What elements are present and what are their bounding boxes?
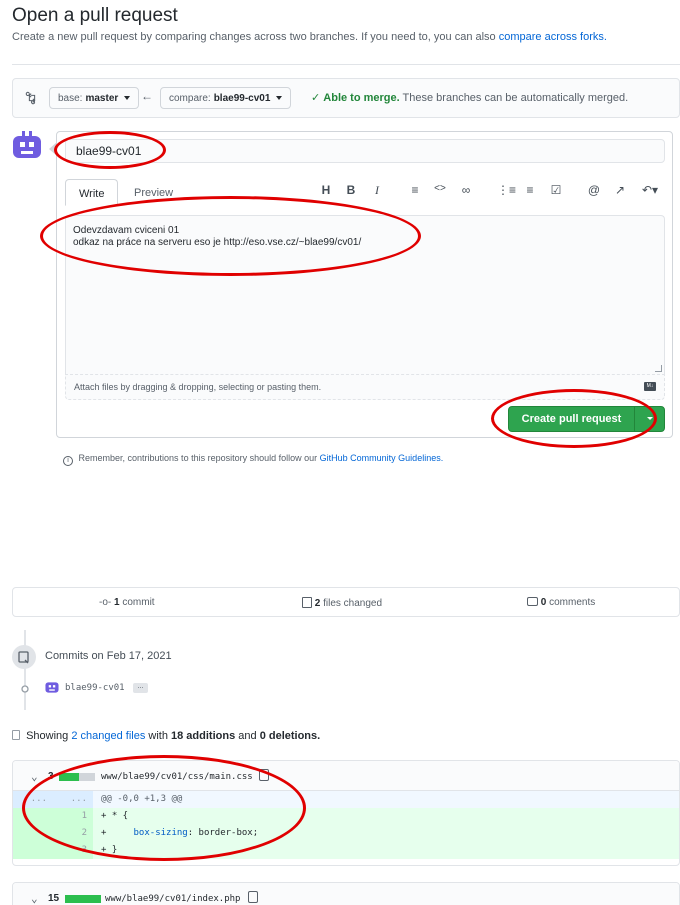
additions-count: 18 additions: [171, 730, 236, 742]
merge-status-detail: These branches can be automatically merg…: [402, 92, 629, 104]
info-icon: i: [63, 456, 73, 466]
commits-label: commit: [122, 597, 155, 608]
commit-expand-button[interactable]: ...: [133, 683, 148, 693]
base-label: base:: [58, 92, 83, 104]
git-commit-icon: [18, 651, 29, 664]
subtitle-text: Create a new pull request by comparing c…: [12, 31, 496, 43]
compare-label: compare:: [169, 92, 211, 104]
comments-label: comments: [549, 597, 596, 608]
copy-icon[interactable]: [248, 891, 258, 903]
compare-arrows-icon: [25, 91, 36, 105]
commit-icon: -o-: [99, 597, 112, 608]
reference-icon[interactable]: ↗: [613, 183, 627, 197]
annotation-circle-body: [40, 196, 421, 276]
commit-dot-icon: [21, 685, 29, 693]
timeline-line: [24, 630, 26, 710]
merge-status: ✓ Able to merge. These branches can be a…: [311, 91, 628, 104]
compare-branch-select[interactable]: compare: blae99-cv01: [160, 87, 292, 109]
comments-tab[interactable]: 0 comments: [527, 597, 595, 608]
commit-author-avatar[interactable]: [45, 680, 59, 694]
base-branch-select[interactable]: base: master: [49, 87, 140, 109]
file-diff-index-php: ⌄ 15 www/blae99/cv01/index.php: [12, 882, 680, 905]
resize-handle[interactable]: [655, 365, 662, 372]
commits-date-heading: Commits on Feb 17, 2021: [45, 650, 172, 662]
mention-icon[interactable]: @: [587, 183, 601, 197]
italic-icon[interactable]: I: [370, 183, 384, 198]
showing-label: Showing: [26, 730, 69, 742]
merge-status-label: Able to merge.: [323, 92, 400, 104]
changed-files-link[interactable]: 2 changed files: [71, 730, 145, 742]
chevron-down-icon[interactable]: ⌄: [31, 892, 38, 905]
with-label: with: [148, 730, 168, 742]
arrow-left-icon: ←: [141, 89, 153, 103]
attach-hint: Attach files by dragging & dropping, sel…: [74, 382, 322, 392]
compare-forks-link[interactable]: compare across forks.: [499, 31, 607, 43]
community-guidelines-link[interactable]: GitHub Community Guidelines.: [320, 453, 444, 463]
quote-icon[interactable]: ≡: [408, 183, 422, 197]
guidelines-text: Remember, contributions to this reposito…: [78, 453, 318, 463]
task-list-icon[interactable]: ☑: [549, 183, 563, 197]
and-label: and: [238, 730, 257, 742]
tab-write[interactable]: Write: [65, 179, 119, 206]
files-label: files changed: [323, 598, 383, 609]
commits-tab[interactable]: -o- 1 commit: [99, 597, 155, 608]
comment-icon: [527, 597, 538, 606]
commit-message-link[interactable]: blae99-cv01: [65, 683, 125, 693]
annotation-circle-diff: [22, 755, 306, 861]
diffstat-bar: [65, 895, 101, 903]
commit-group-badge: [12, 645, 36, 669]
compare-value: blae99-cv01: [213, 92, 271, 104]
numbered-list-icon[interactable]: ≡: [523, 183, 537, 197]
page-title: Open a pull request: [12, 5, 178, 26]
files-changed-tab[interactable]: 2 files changed: [302, 597, 382, 609]
file-header: ⌄ 15 www/blae99/cv01/index.php: [13, 883, 679, 905]
file-path[interactable]: www/blae99/cv01/index.php: [105, 894, 240, 904]
chevron-down-icon: [124, 96, 131, 100]
markdown-icon[interactable]: M↓: [644, 382, 656, 391]
link-icon[interactable]: ∞: [459, 183, 473, 197]
file-change-count: 15: [48, 893, 60, 904]
files-count: 2: [314, 598, 321, 609]
contribution-guidelines-note: i Remember, contributions to this reposi…: [63, 453, 443, 466]
page-subtitle: Create a new pull request by comparing c…: [12, 31, 607, 43]
pr-stats-bar: -o- 1 commit 2 files changed 0 comments: [12, 587, 680, 617]
avatar[interactable]: [12, 131, 42, 161]
bold-icon[interactable]: B: [344, 183, 358, 197]
range-editor: base: master ← compare: blae99-cv01 ✓ Ab…: [12, 78, 680, 118]
reply-icon[interactable]: ↶▾: [639, 183, 661, 197]
code-icon[interactable]: <>: [433, 183, 447, 194]
chevron-down-icon: [276, 96, 283, 100]
commits-count: 1: [114, 597, 120, 608]
annotation-circle-title: [54, 131, 166, 169]
deletions-count: 0 deletions.: [259, 730, 321, 742]
heading-icon[interactable]: H: [319, 183, 333, 197]
annotation-circle-create: [491, 389, 657, 448]
check-icon: ✓: [311, 92, 321, 104]
file-icon: [12, 730, 20, 740]
comments-count: 0: [540, 597, 547, 608]
divider: [12, 64, 680, 65]
bullet-list-icon[interactable]: ⋮≡: [497, 183, 516, 197]
file-diff-icon: [302, 597, 312, 608]
base-value: master: [85, 92, 119, 104]
chevron-down-icon[interactable]: ⌄: [31, 770, 38, 783]
diff-summary: Showing 2 changed files with 18 addition…: [12, 730, 320, 742]
